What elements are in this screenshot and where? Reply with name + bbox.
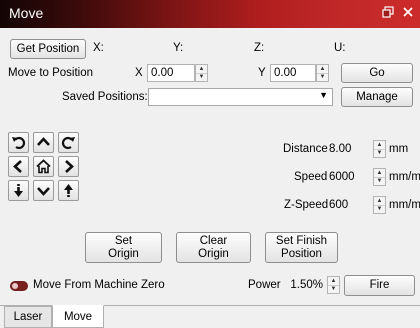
speed-label: Speed [294,171,328,183]
saved-positions-label: Saved Positions: [62,91,148,103]
move-from-zero-label: Move From Machine Zero [33,279,165,291]
home-button[interactable] [33,156,54,177]
move-x-input[interactable]: 0.00 [147,64,195,82]
manage-button[interactable]: Manage [341,87,413,107]
tab-move[interactable]: Move [52,305,104,328]
power-input[interactable]: 1.50% [282,276,327,294]
power-label: Power [248,279,281,291]
home-icon [36,159,51,174]
chevron-down-icon: ▼ [319,90,328,100]
y-position-label: Y: [173,42,184,54]
move-from-zero-toggle[interactable] [10,281,28,291]
window-title: Move [9,5,44,21]
z-speed-unit: mm/m [389,199,420,211]
speed-input[interactable]: 6000 [325,168,373,186]
set-finish-position-button[interactable]: Set Finish Position [265,232,338,263]
z-up-button[interactable] [58,180,79,201]
tab-bar: Laser Move [0,305,420,328]
move-y-input[interactable]: 0.00 [270,64,316,82]
x-position-label: X: [93,42,104,54]
z-speed-spinner[interactable]: ▲ ▼ [373,196,386,214]
arrow-left-icon [13,160,22,173]
set-finish-label-1: Set Finish [275,234,328,247]
z-speed-input[interactable]: 600 [325,196,373,214]
power-spinner[interactable]: ▲ ▼ [327,276,340,294]
distance-input[interactable]: 8.00 [325,140,373,158]
set-finish-label-2: Position [281,247,322,260]
z-speed-label: Z-Speed [284,199,329,211]
set-origin-label-1: Set [114,234,133,247]
clear-origin-label-2: Origin [198,247,229,260]
fire-button[interactable]: Fire [344,275,415,296]
u-position-label: U: [334,42,346,54]
rotate-ccw-button[interactable] [8,132,29,153]
arrow-up-icon [37,137,50,146]
arrow-right-icon [65,160,74,173]
z-down-button[interactable] [8,180,29,201]
restore-window-icon[interactable] [381,6,395,20]
get-position-button[interactable]: Get Position [10,39,86,59]
title-bar[interactable]: Move [0,0,420,28]
go-button[interactable]: Go [341,63,413,83]
move-y-spinner[interactable]: ▲ ▼ [316,64,329,82]
distance-spinner[interactable]: ▲ ▼ [373,140,386,158]
rotate-cw-button[interactable] [58,132,79,153]
rotate-cw-icon [61,136,75,150]
jog-up-button[interactable] [33,132,54,153]
z-up-icon [64,184,73,197]
tab-laser[interactable]: Laser [4,306,52,328]
z-down-icon [14,184,23,197]
clear-origin-button[interactable]: Clear Origin [176,232,251,263]
move-x-label: X [135,67,143,79]
set-origin-label-2: Origin [108,247,139,260]
move-y-label: Y [258,67,266,79]
jog-right-button[interactable] [58,156,79,177]
speed-spinner[interactable]: ▲ ▼ [373,168,386,186]
set-origin-button[interactable]: Set Origin [85,232,162,263]
speed-unit: mm/m [389,171,420,183]
clear-origin-label-1: Clear [199,234,228,247]
move-to-position-label: Move to Position [8,67,94,79]
distance-unit: mm [389,143,409,155]
rotate-ccw-icon [12,136,26,150]
saved-positions-select[interactable]: ▼ [148,88,333,106]
jog-left-button[interactable] [8,156,29,177]
close-icon[interactable] [401,6,415,20]
z-position-label: Z: [254,42,265,54]
jog-down-button[interactable] [33,180,54,201]
arrow-down-icon [37,187,50,196]
distance-label: Distance [283,143,328,155]
move-x-spinner[interactable]: ▲ ▼ [195,64,208,82]
